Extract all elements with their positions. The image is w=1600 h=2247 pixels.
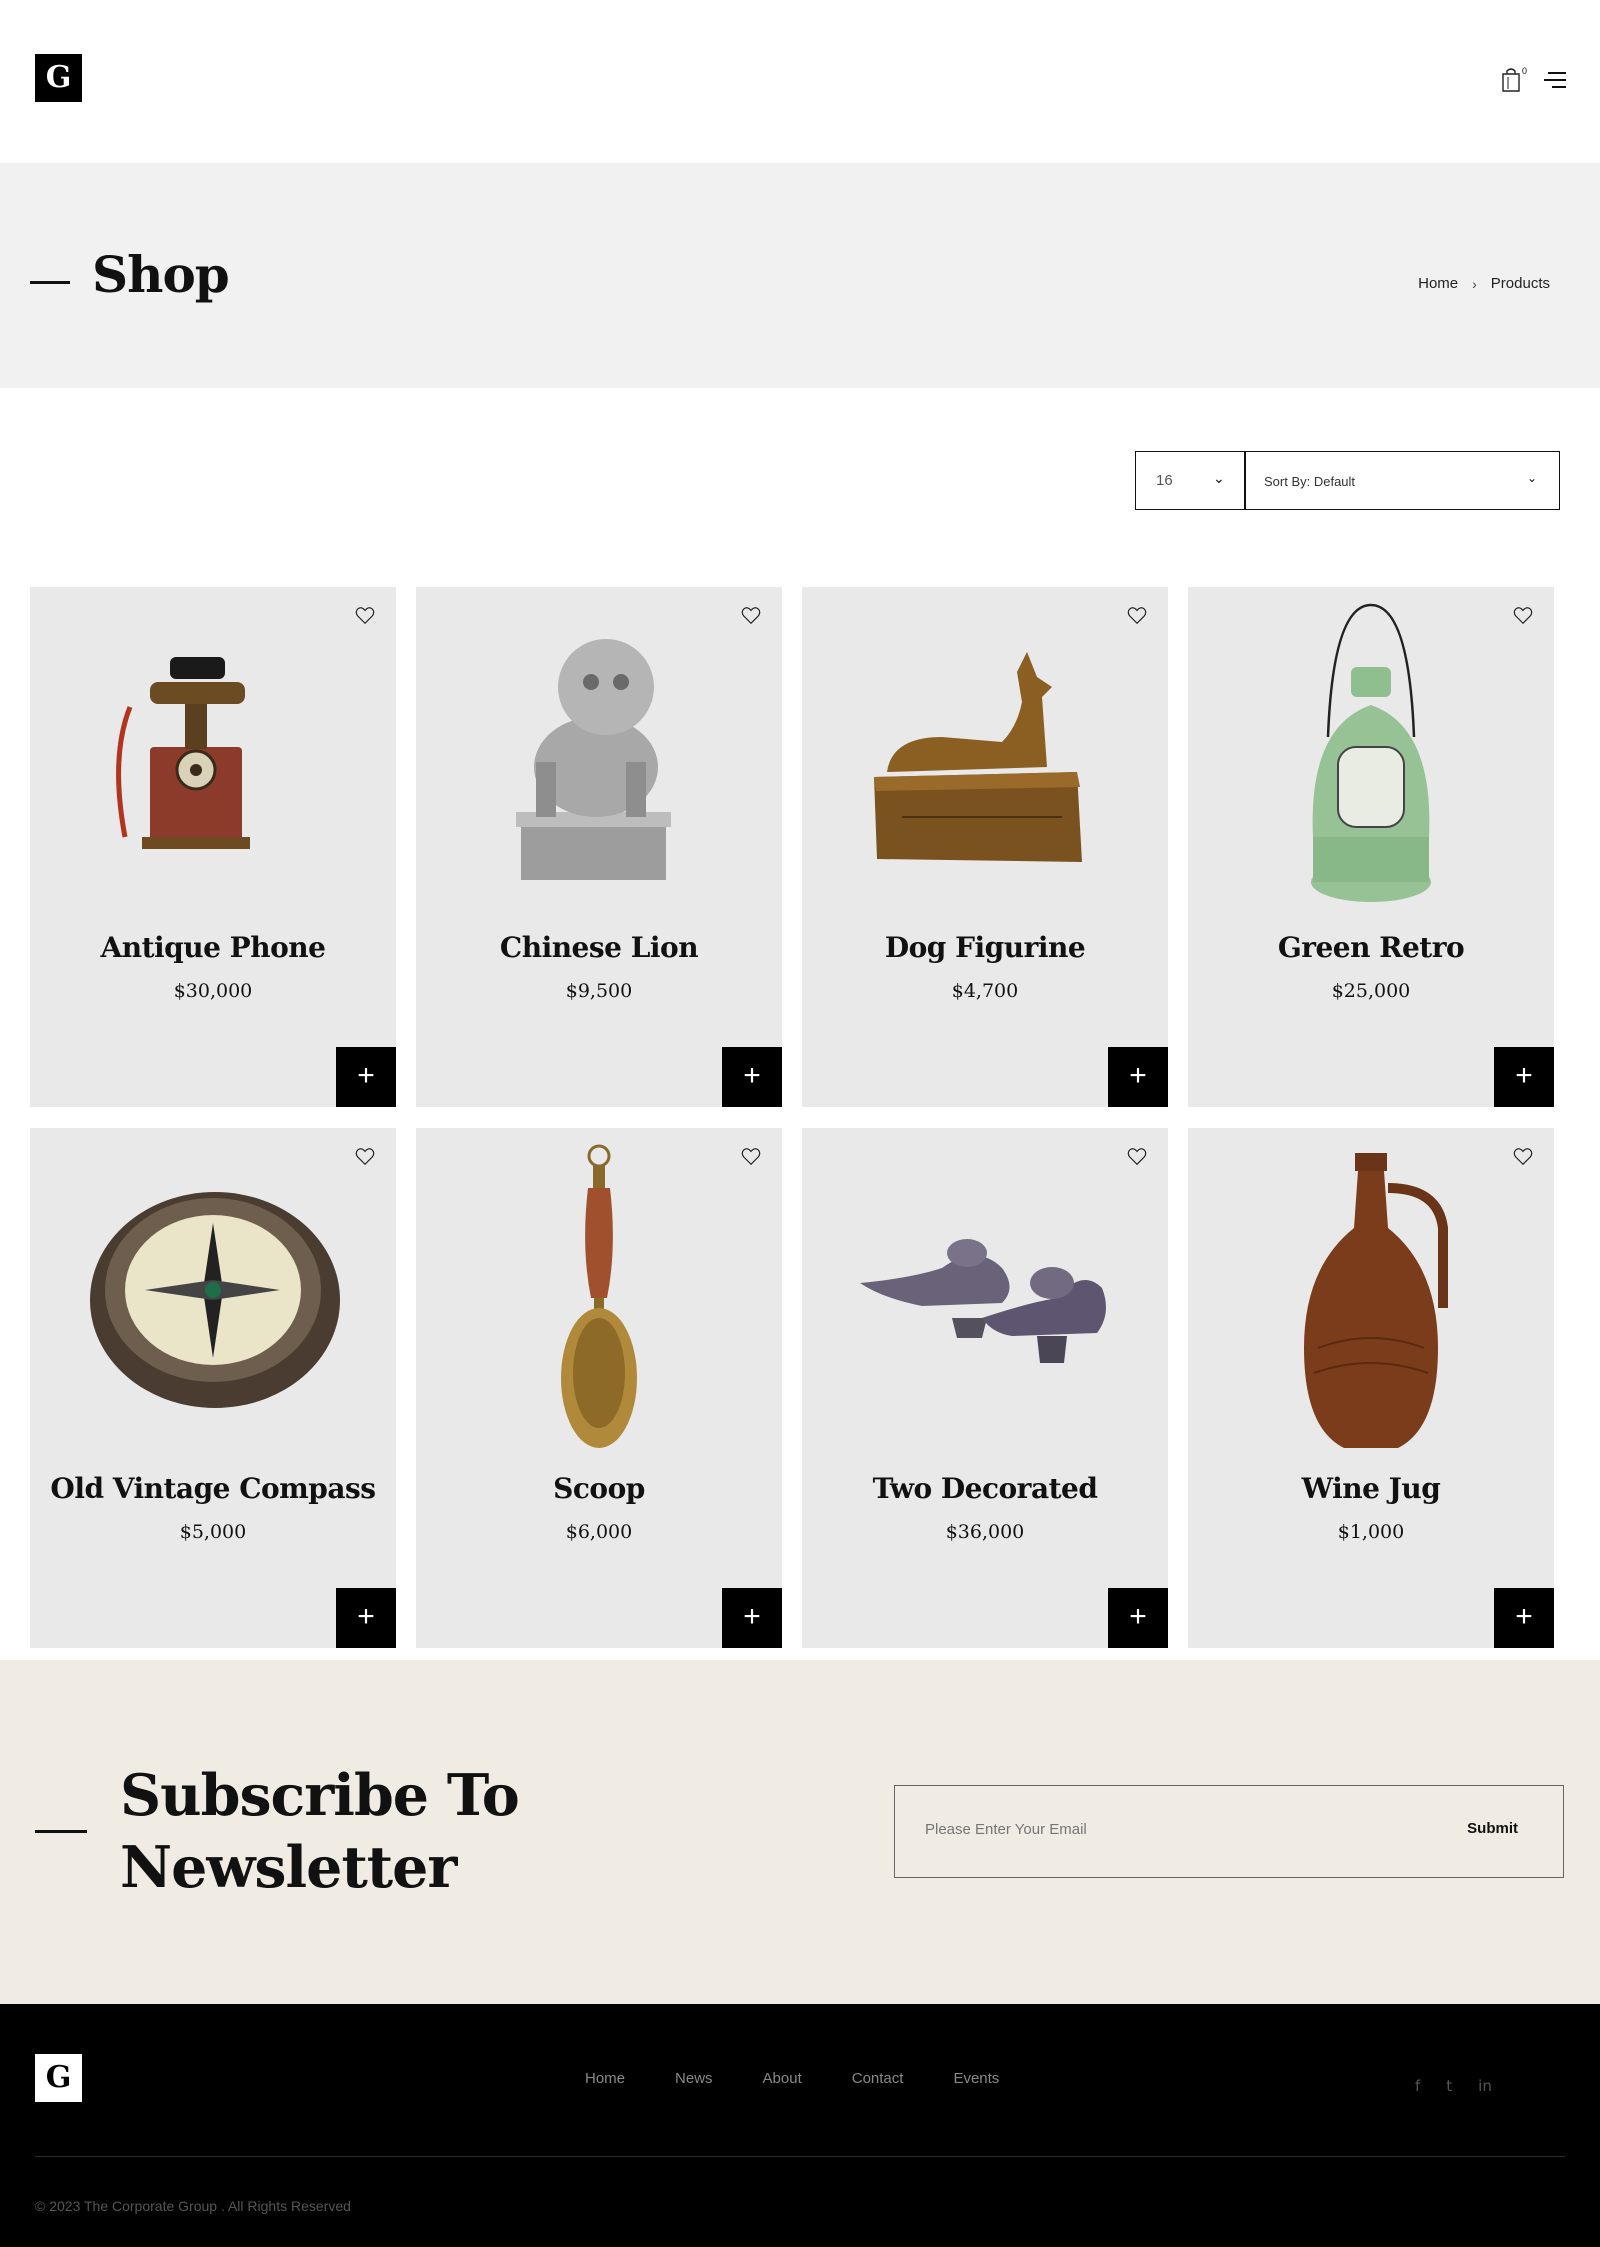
product-price: $30,000 [173, 980, 253, 1002]
product-image[interactable] [30, 587, 396, 917]
product-image[interactable] [416, 587, 782, 917]
footer-nav-events[interactable]: Events [953, 2070, 999, 2087]
menu-icon[interactable] [1544, 72, 1566, 88]
add-to-cart-button[interactable]: + [1494, 1588, 1554, 1648]
facebook-icon[interactable]: f [1415, 2077, 1420, 2095]
add-to-cart-button[interactable]: + [722, 1588, 782, 1648]
product-name[interactable]: Old Vintage Compass [30, 1472, 396, 1505]
newsletter-section: Subscribe To Newsletter Submit [0, 1660, 1600, 2004]
product-price: $5,000 [179, 1521, 247, 1543]
twitter-icon[interactable]: t [1446, 2077, 1452, 2095]
sort-select[interactable]: Sort By: Default ⌄ [1245, 451, 1560, 510]
add-to-cart-button[interactable]: + [1108, 1588, 1168, 1648]
product-name[interactable]: Scoop [416, 1472, 782, 1505]
product-price: $4,700 [951, 980, 1019, 1002]
breadcrumb-home[interactable]: Home [1418, 275, 1458, 292]
footer-divider [35, 2156, 1565, 2157]
footer-nav-home[interactable]: Home [585, 2070, 625, 2087]
product-card[interactable]: Antique Phone $30,000 + [30, 587, 396, 1107]
site-footer: G Home News About Contact Events f t in … [0, 2004, 1600, 2247]
product-name[interactable]: Wine Jug [1188, 1472, 1554, 1505]
product-card[interactable]: Scoop $6,000 + [416, 1128, 782, 1648]
site-header: G 0 [0, 0, 1600, 163]
product-card[interactable]: Two Decorated $36,000 + [802, 1128, 1168, 1648]
product-price: $36,000 [945, 1521, 1025, 1543]
product-image[interactable] [1188, 1128, 1554, 1458]
add-to-cart-button[interactable]: + [336, 1047, 396, 1107]
product-price: $25,000 [1331, 980, 1411, 1002]
product-card[interactable]: Chinese Lion $9,500 + [416, 587, 782, 1107]
newsletter-title: Subscribe To Newsletter [120, 1760, 520, 1904]
chevron-down-icon: ⌄ [1526, 471, 1537, 485]
footer-logo[interactable]: G [35, 2054, 82, 2102]
cart-count: 0 [1522, 66, 1528, 76]
footer-nav-contact[interactable]: Contact [852, 2070, 904, 2087]
add-to-cart-button[interactable]: + [722, 1047, 782, 1107]
product-card[interactable]: Dog Figurine $4,700 + [802, 587, 1168, 1107]
title-dash [30, 281, 70, 284]
logo[interactable]: G [35, 54, 82, 102]
social-links: f t in [1415, 2077, 1492, 2095]
add-to-cart-button[interactable]: + [1108, 1047, 1168, 1107]
product-price: $6,000 [565, 1521, 633, 1543]
footer-nav: Home News About Contact Events [585, 2070, 1049, 2087]
per-page-select[interactable]: 16 ⌄ [1135, 451, 1245, 510]
footer-nav-news[interactable]: News [675, 2070, 713, 2087]
product-image[interactable] [30, 1128, 396, 1458]
page-banner: Shop Home › Products [0, 163, 1600, 388]
product-name[interactable]: Chinese Lion [416, 931, 782, 964]
add-to-cart-button[interactable]: + [336, 1588, 396, 1648]
add-to-cart-button[interactable]: + [1494, 1047, 1554, 1107]
product-name[interactable]: Two Decorated [802, 1472, 1168, 1505]
product-image[interactable] [416, 1128, 782, 1458]
newsletter-form: Submit [894, 1785, 1564, 1878]
product-name[interactable]: Green Retro [1188, 931, 1554, 964]
product-card[interactable]: Old Vintage Compass $5,000 + [30, 1128, 396, 1648]
sort-value: Sort By: Default [1264, 474, 1356, 489]
product-name[interactable]: Antique Phone [30, 931, 396, 964]
title-dash [35, 1830, 87, 1833]
chevron-down-icon: ⌄ [1213, 470, 1225, 486]
footer-nav-about[interactable]: About [763, 2070, 802, 2087]
product-price: $9,500 [565, 980, 633, 1002]
newsletter-title-line2: Newsletter [120, 1834, 457, 1901]
chevron-right-icon: › [1472, 275, 1477, 292]
product-image[interactable] [802, 1128, 1168, 1458]
product-image[interactable] [1188, 587, 1554, 917]
product-image[interactable] [802, 587, 1168, 917]
submit-button[interactable]: Submit [1467, 1820, 1518, 1837]
cart-icon[interactable] [1500, 67, 1524, 93]
product-name[interactable]: Dog Figurine [802, 931, 1168, 964]
linkedin-icon[interactable]: in [1478, 2077, 1492, 2095]
product-card[interactable]: Wine Jug $1,000 + [1188, 1128, 1554, 1648]
page-title: Shop [92, 245, 230, 304]
per-page-value: 16 [1156, 472, 1173, 489]
email-input[interactable] [925, 1821, 1405, 1838]
product-price: $1,000 [1337, 1521, 1405, 1543]
breadcrumb-current: Products [1490, 275, 1550, 292]
breadcrumb: Home › Products [1418, 275, 1550, 292]
product-card[interactable]: Green Retro $25,000 + [1188, 587, 1554, 1107]
newsletter-title-line1: Subscribe To [120, 1762, 520, 1829]
copyright: © 2023 The Corporate Group . All Rights … [35, 2198, 351, 2214]
